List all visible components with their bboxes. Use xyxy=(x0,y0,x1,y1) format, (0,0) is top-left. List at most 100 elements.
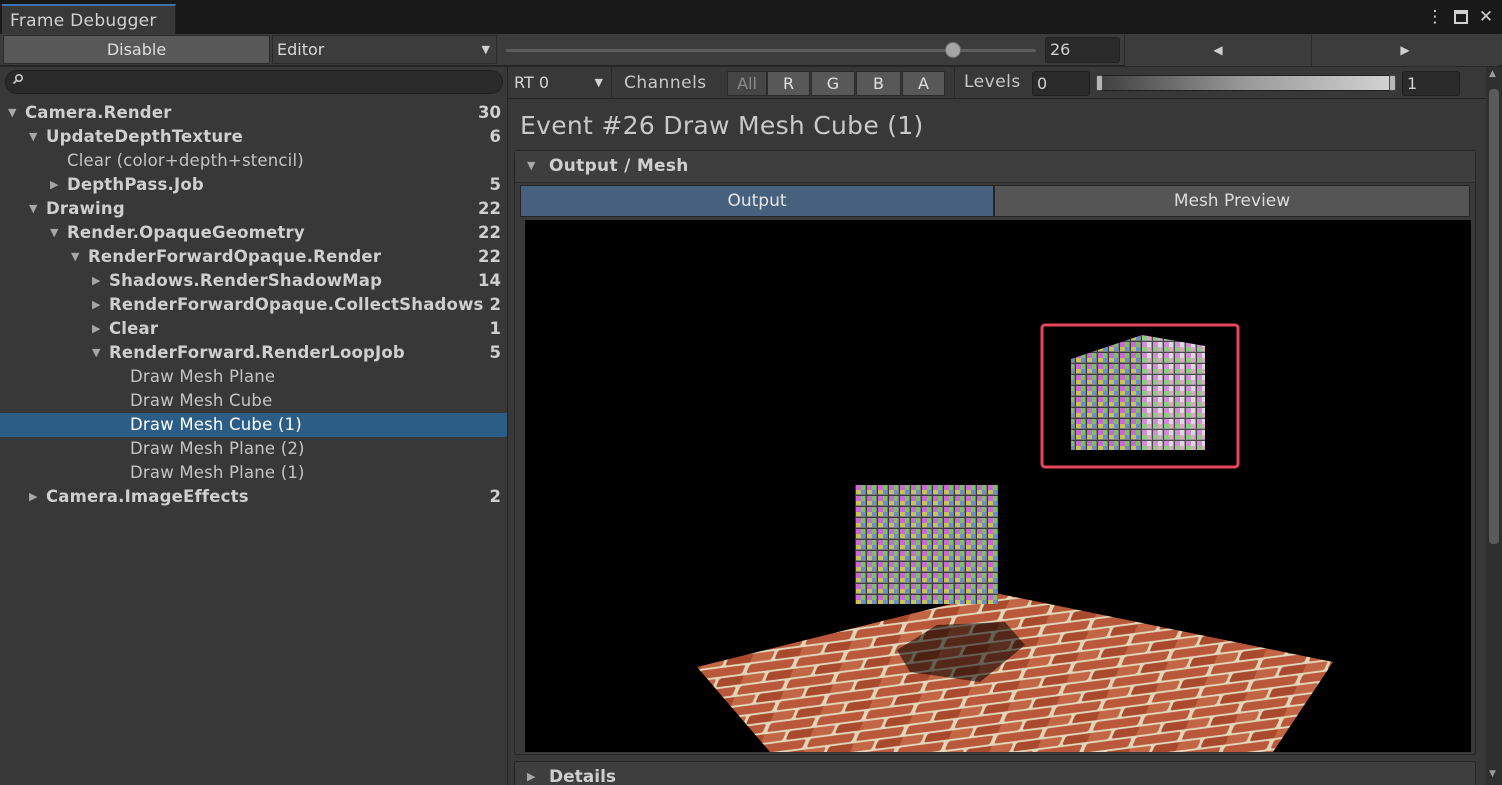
tree-row-label: Camera.Render xyxy=(25,103,172,122)
tree-row-count: 22 xyxy=(478,199,501,218)
render-target-toolbar: RT 0 ▼ Channels All R G B A Levels 0 1 xyxy=(508,67,1490,99)
output-mesh-foldout: ▼ Output / Mesh Output Mesh Preview xyxy=(514,150,1476,755)
tree-row-count: 5 xyxy=(489,175,501,194)
foldout-collapsed-icon[interactable]: ▶ xyxy=(92,317,100,341)
render-target-dropdown[interactable]: RT 0 ▼ xyxy=(508,67,612,99)
tree-row-label: Shadows.RenderShadowMap xyxy=(109,271,383,290)
tree-row[interactable]: ▶ DepthPass.Job 5 xyxy=(0,173,507,197)
tree-row-label: Camera.ImageEffects xyxy=(46,487,249,506)
foldout-collapsed-icon[interactable]: ▶ xyxy=(50,173,58,197)
tree-row[interactable]: Draw Mesh Plane (1) xyxy=(0,461,507,485)
next-event-button[interactable]: ▶ xyxy=(1311,34,1498,66)
levels-label: Levels xyxy=(964,72,1021,92)
details-foldout[interactable]: ▶ Details xyxy=(514,761,1476,785)
render-output-viewport[interactable] xyxy=(525,220,1471,752)
chevron-down-icon: ▼ xyxy=(481,43,490,56)
tree-row[interactable]: ▶ Clear 1 xyxy=(0,317,507,341)
foldout-collapsed-icon[interactable]: ▶ xyxy=(29,485,37,509)
output-mesh-title: Output / Mesh xyxy=(549,156,689,176)
target-dropdown-label: Editor xyxy=(277,40,325,59)
tree-row-count: 14 xyxy=(478,271,501,290)
levels-max-field[interactable]: 1 xyxy=(1402,71,1460,96)
tree-row-count: 2 xyxy=(489,487,501,506)
tree-row-label: RenderForwardOpaque.CollectShadows xyxy=(109,295,484,314)
tree-row-label: Clear (color+depth+stencil) xyxy=(67,151,304,170)
tree-row[interactable]: ▼ RenderForward.RenderLoopJob 5 xyxy=(0,341,507,365)
channels-label: Channels xyxy=(624,73,707,93)
tree-row-label: RenderForwardOpaque.Render xyxy=(88,247,382,266)
close-icon[interactable]: ✕ xyxy=(1477,7,1495,27)
channel-all-button[interactable]: All xyxy=(727,71,767,96)
tree-row[interactable]: Draw Mesh Plane xyxy=(0,365,507,389)
chevron-down-icon: ▼ xyxy=(594,76,603,89)
search-input[interactable] xyxy=(5,70,503,94)
tree-row[interactable]: ▶ Camera.ImageEffects 2 xyxy=(0,485,507,509)
event-detail-panel: RT 0 ▼ Channels All R G B A Levels 0 1 E… xyxy=(508,67,1502,785)
tab-title: Frame Debugger xyxy=(10,11,157,31)
tab-output[interactable]: Output xyxy=(520,185,994,217)
output-mesh-foldout-header[interactable]: ▼ Output / Mesh xyxy=(515,151,1475,183)
scrollbar-thumb[interactable] xyxy=(1489,89,1499,544)
foldout-expanded-icon[interactable]: ▼ xyxy=(50,221,58,245)
foldout-expanded-icon[interactable]: ▼ xyxy=(29,197,37,221)
event-index-field[interactable]: 26 xyxy=(1045,37,1120,63)
tab-mesh-preview[interactable]: Mesh Preview xyxy=(994,185,1470,217)
foldout-collapsed-icon[interactable]: ▶ xyxy=(92,293,100,317)
tree-row[interactable]: ▶ RenderForwardOpaque.CollectShadows 2 xyxy=(0,293,507,317)
triangle-right-icon: ▶ xyxy=(1400,43,1410,57)
tree-row[interactable]: ▼ Render.OpaqueGeometry 22 xyxy=(0,221,507,245)
tree-row[interactable]: ▼ Camera.Render 30 xyxy=(0,101,507,125)
disable-button[interactable]: Disable xyxy=(3,35,270,64)
tree-row[interactable]: ▼ Drawing 22 xyxy=(0,197,507,221)
tree-row-count: 2 xyxy=(489,295,501,314)
target-dropdown[interactable]: Editor ▼ xyxy=(272,35,497,64)
scroll-down-icon[interactable]: ▼ xyxy=(1489,769,1496,779)
channel-r-button[interactable]: R xyxy=(767,71,810,96)
render-target-label: RT 0 xyxy=(514,73,549,92)
triangle-left-icon: ◀ xyxy=(1213,43,1223,57)
tree-row-label: Draw Mesh Plane (1) xyxy=(130,463,305,482)
tree-row[interactable]: ▶ Shadows.RenderShadowMap 14 xyxy=(0,269,507,293)
event-tree: ▼ Camera.Render 30 ▼ UpdateDepthTexture 6 Clea… xyxy=(0,101,507,509)
foldout-collapsed-icon[interactable]: ▶ xyxy=(92,269,100,293)
channel-a-button[interactable]: A xyxy=(902,71,945,96)
toolbar-divider xyxy=(954,67,955,99)
kebab-menu-icon[interactable]: ⋮ xyxy=(1426,7,1444,27)
channel-g-button[interactable]: G xyxy=(811,71,855,96)
foldout-expanded-icon: ▼ xyxy=(527,159,536,172)
tree-row-count: 22 xyxy=(478,247,501,266)
tree-row[interactable]: ▼ RenderForwardOpaque.Render 22 xyxy=(0,245,507,269)
levels-max-handle[interactable] xyxy=(1389,75,1396,91)
tree-row-count: 22 xyxy=(478,223,501,242)
foldout-expanded-icon[interactable]: ▼ xyxy=(29,125,37,149)
foldout-expanded-icon[interactable]: ▼ xyxy=(92,341,100,365)
tree-row-label: UpdateDepthTexture xyxy=(46,127,244,146)
tree-row[interactable]: ▼ UpdateDepthTexture 6 xyxy=(0,125,507,149)
foldout-expanded-icon[interactable]: ▼ xyxy=(71,245,79,269)
tree-row-count: 5 xyxy=(489,343,501,362)
tab-frame-debugger[interactable]: Frame Debugger xyxy=(2,4,176,34)
details-title: Details xyxy=(549,767,617,785)
tree-row-label: Draw Mesh Cube (1) xyxy=(130,415,302,434)
rendered-scene-image xyxy=(697,323,1333,752)
maximize-icon[interactable] xyxy=(1452,7,1470,29)
levels-min-field[interactable]: 0 xyxy=(1032,71,1090,96)
previous-event-button[interactable]: ◀ xyxy=(1124,34,1311,66)
event-slider-thumb[interactable] xyxy=(945,42,962,58)
event-title: Event #26 Draw Mesh Cube (1) xyxy=(520,111,924,140)
foldout-expanded-icon[interactable]: ▼ xyxy=(8,101,16,125)
tree-row[interactable]: Draw Mesh Cube (1) xyxy=(0,413,507,437)
tree-row[interactable]: Draw Mesh Cube xyxy=(0,389,507,413)
window-titlebar: Frame Debugger ⋮ ✕ xyxy=(0,0,1502,34)
levels-range-slider[interactable] xyxy=(1096,75,1396,91)
tree-row-label: Draw Mesh Cube xyxy=(130,391,273,410)
tree-row-count: 1 xyxy=(489,319,501,338)
detail-scrollbar[interactable]: ▲ ▼ xyxy=(1486,67,1502,785)
tree-row[interactable]: Draw Mesh Plane (2) xyxy=(0,437,507,461)
channel-b-button[interactable]: B xyxy=(856,71,901,96)
levels-min-handle[interactable] xyxy=(1096,75,1103,91)
tree-row-label: Clear xyxy=(109,319,159,338)
tree-row[interactable]: Clear (color+depth+stencil) xyxy=(0,149,507,173)
tree-row-count: 30 xyxy=(478,103,501,122)
scroll-up-icon[interactable]: ▲ xyxy=(1489,69,1496,79)
